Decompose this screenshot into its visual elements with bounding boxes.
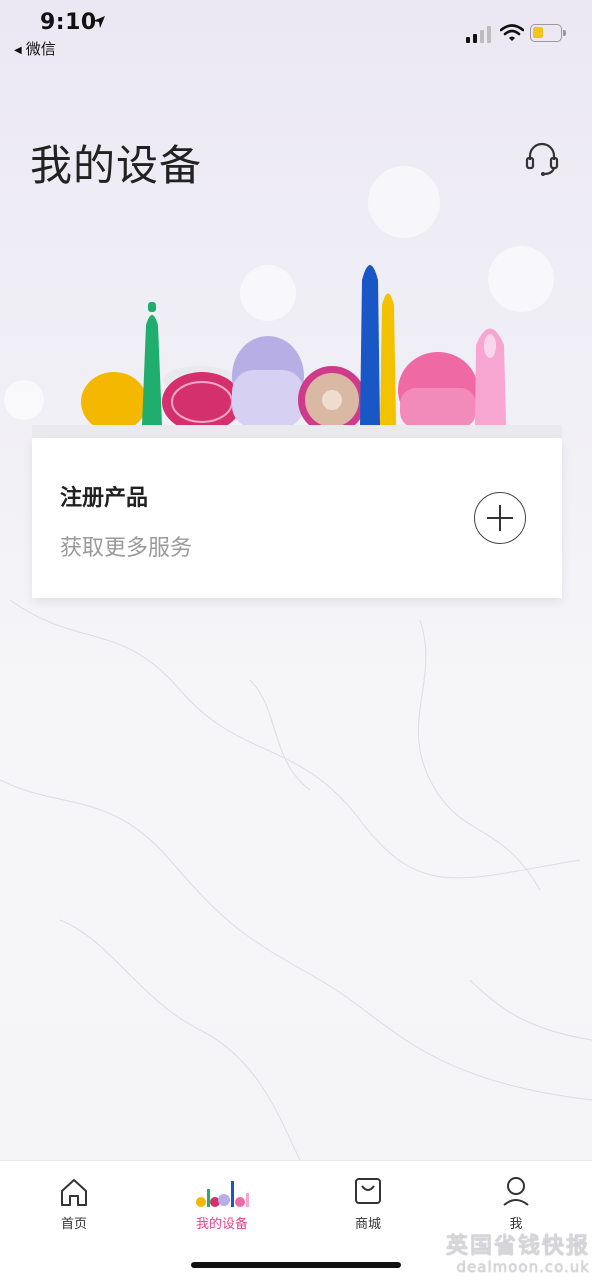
register-product-subtitle: 获取更多服务 — [60, 536, 193, 561]
page-title: 我的设备 — [30, 141, 203, 190]
location-arrow-icon — [93, 16, 105, 28]
back-to-app-link[interactable]: ◀ 微信 — [14, 38, 56, 59]
battery-icon — [530, 24, 566, 42]
shopping-bag-icon — [355, 1178, 381, 1204]
register-product-card[interactable]: 注册产品 获取更多服务 — [32, 438, 562, 598]
home-indicator[interactable] — [191, 1262, 401, 1268]
customer-service-headset-icon[interactable] — [522, 138, 562, 178]
tab-me[interactable]: 我 — [466, 1175, 566, 1232]
bokeh-decoration — [368, 166, 440, 238]
home-icon — [61, 1179, 87, 1206]
status-time: 9:10 — [40, 10, 97, 35]
tab-my-devices-label: 我的设备 — [195, 1217, 248, 1232]
tab-home-label: 首页 — [60, 1217, 87, 1232]
watermark-cn: 英国省钱快报 — [445, 1234, 590, 1259]
status-bar: 9:10 ◀ 微信 — [0, 0, 592, 70]
devices-illustration — [81, 265, 506, 434]
cellular-signal-icon — [466, 26, 491, 43]
add-product-button[interactable] — [474, 492, 526, 544]
watermark-en: dealmoon.co.uk — [456, 1258, 590, 1276]
tab-my-devices[interactable]: 我的设备 — [172, 1175, 272, 1232]
watermark: 英国省钱快报 dealmoon.co.uk — [444, 1228, 590, 1276]
profile-icon — [503, 1177, 529, 1206]
register-product-title: 注册产品 — [60, 486, 149, 511]
marble-background — [0, 599, 592, 1160]
wifi-icon — [500, 24, 524, 41]
devices-icon — [196, 1181, 249, 1207]
back-app-label: 微信 — [25, 40, 56, 58]
tab-home[interactable]: 首页 — [24, 1175, 124, 1232]
back-triangle-icon: ◀ — [14, 45, 22, 56]
tab-store-label: 商城 — [354, 1217, 381, 1232]
tab-store[interactable]: 商城 — [318, 1175, 418, 1232]
bokeh-decoration — [4, 380, 44, 420]
